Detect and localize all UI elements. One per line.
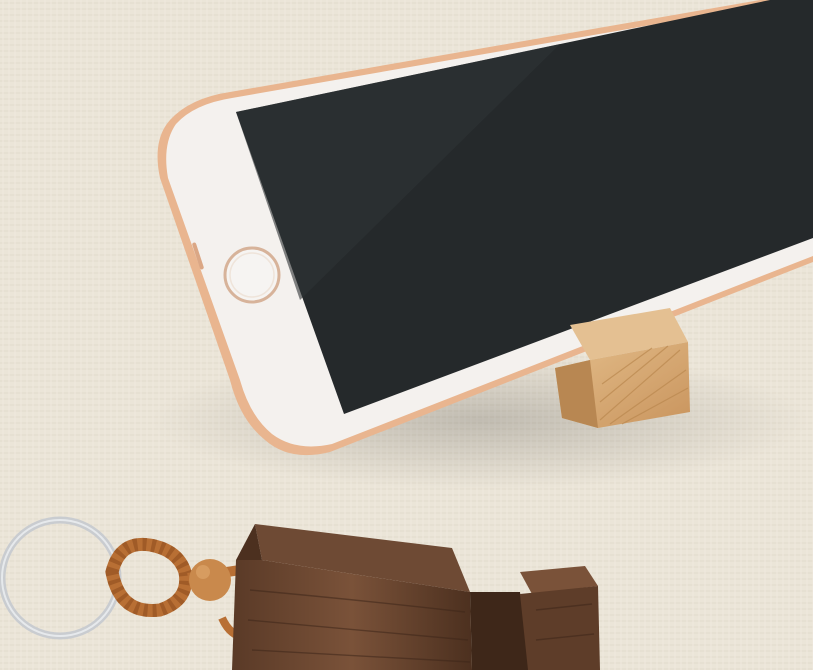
photo-scene bbox=[0, 0, 813, 670]
home-button-icon bbox=[223, 246, 281, 304]
scene-svg bbox=[0, 0, 813, 670]
wood-bead bbox=[189, 559, 231, 601]
walnut-lip-front bbox=[520, 586, 600, 670]
walnut-slot bbox=[470, 592, 530, 670]
cube-stand bbox=[555, 308, 690, 428]
wood-bead-highlight bbox=[196, 565, 210, 579]
